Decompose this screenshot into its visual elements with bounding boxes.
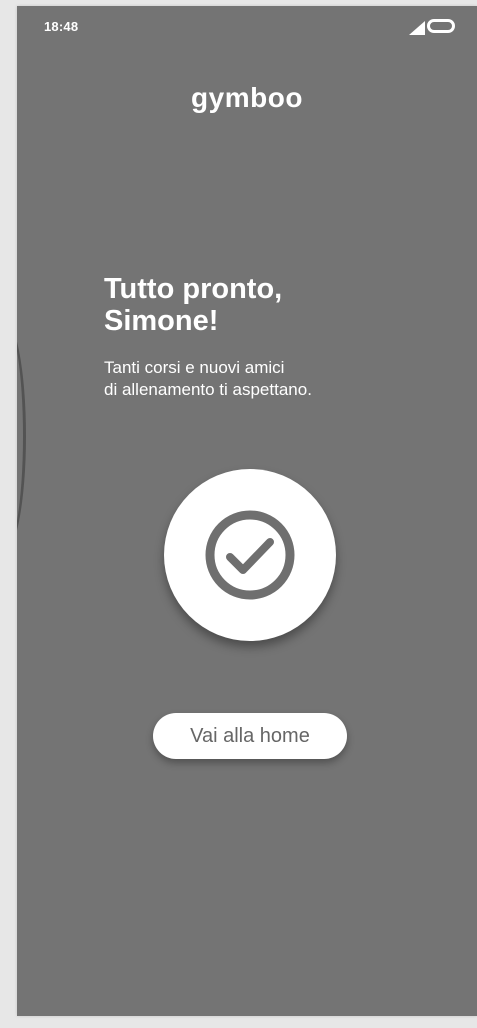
success-badge <box>164 469 336 641</box>
check-circle-icon <box>205 510 295 600</box>
status-bar: 18:48 <box>17 6 477 50</box>
phone-screen: 18:48 gymboo Tutto pronto, Simone! Tanti… <box>17 6 477 1016</box>
welcome-subtitle: Tanti corsi e nuovi amici di allenamento… <box>104 358 312 399</box>
status-time: 18:48 <box>44 19 79 34</box>
go-home-button[interactable]: Vai alla home <box>153 713 347 759</box>
welcome-title: Tutto pronto, Simone! <box>104 273 283 337</box>
app-logo: gymboo <box>191 82 303 113</box>
battery-icon <box>427 19 455 33</box>
decorative-edge <box>17 316 26 556</box>
signal-icon <box>409 21 425 35</box>
